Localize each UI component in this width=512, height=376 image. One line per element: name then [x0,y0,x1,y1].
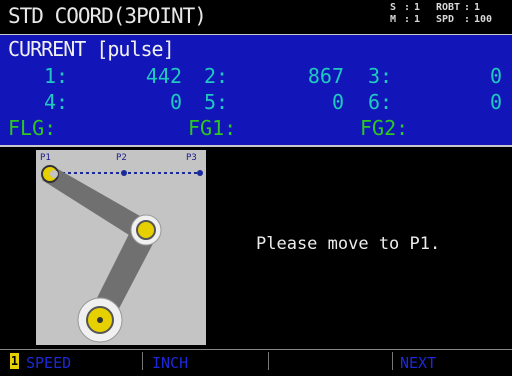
axis-1-label: 1: [44,64,69,88]
axis-4-value: 0 [169,90,182,114]
point-p1-label: P1 [40,153,51,163]
fg2-label: FG2: [360,116,409,140]
current-position-panel: CURRENT [pulse] 1: 442 2: 867 3: 0 4: 0 … [0,35,512,147]
elbow-joint [136,220,156,240]
speed-label: SPD [436,14,455,25]
point-p2-marker [121,170,127,176]
title-bar: STD COORD(3POINT) S : 1 ROBT : 1 M : 1 S… [0,0,512,35]
axis-6-label: 6: [368,90,393,114]
status-key: S [390,2,397,13]
robot-arm-diagram: P1 P2 P3 [36,150,206,345]
axis-3-label: 3: [368,64,393,88]
speed-value: 100 [474,14,493,25]
axis-1-value: 442 [145,64,182,88]
instruction-message: Please move to P1. [256,234,441,254]
inch-button[interactable]: INCH [152,350,262,372]
status-value: 1 [414,2,421,13]
status-indicators: S : 1 ROBT : 1 M : 1 SPD : 100 [390,2,492,26]
function-page-indicator: 1 [10,353,19,369]
robot-arm-illustration: P1 P2 P3 [40,153,203,343]
flg-label: FLG: [8,116,57,140]
robot-label: ROBT [436,2,461,13]
axis-2-label: 2: [204,64,229,88]
point-p2-label: P2 [116,153,127,163]
function-key-3[interactable] [278,350,388,370]
axis-2-value: 867 [307,64,344,88]
axis-3-value: 0 [489,64,502,88]
status-line-1: S : 1 ROBT : 1 [390,2,481,13]
fg1-label: FG1: [188,116,237,140]
axis-5-value: 0 [331,90,344,114]
axis-5-label: 5: [204,90,229,114]
status-line-2: M : 1 SPD : 100 [390,14,493,25]
mode-value: 1 [414,14,421,25]
point-p3-label: P3 [186,153,197,163]
point-p3-marker [197,170,203,176]
axis-4-label: 4: [44,90,69,114]
robot-value: 1 [474,2,481,13]
current-label: CURRENT [pulse] [8,37,175,61]
mode-key: M [390,14,397,25]
axis-6-value: 0 [489,90,502,114]
speed-button[interactable]: SPEED [26,350,136,372]
teach-pendant-screen: STD COORD(3POINT) S : 1 ROBT : 1 M : 1 S… [0,0,512,372]
screen-title: STD COORD(3POINT) [8,4,207,28]
next-button[interactable]: NEXT [400,350,510,372]
function-key-bar: 1 SPEED INCH NEXT [0,349,512,372]
